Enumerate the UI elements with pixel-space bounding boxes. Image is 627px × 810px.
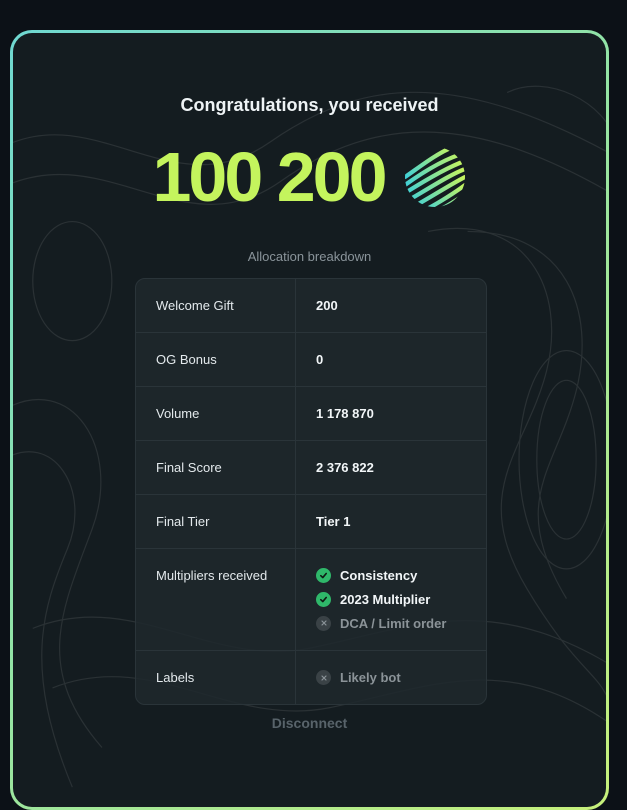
striped-sphere-logo-icon xyxy=(404,147,465,207)
multiplier-item: DCA / Limit order xyxy=(316,615,446,631)
x-circle-icon xyxy=(316,670,331,685)
label-item: Likely bot xyxy=(316,670,401,686)
row-label: Final Score xyxy=(136,441,296,494)
disconnect-button[interactable]: Disconnect xyxy=(13,715,606,731)
row-label: OG Bonus xyxy=(136,333,296,386)
row-label: Welcome Gift xyxy=(136,279,296,332)
row-value: 0 xyxy=(316,352,324,367)
label-name: Likely bot xyxy=(340,670,401,685)
row-label: Multipliers received xyxy=(136,549,296,650)
row-label: Labels xyxy=(136,651,296,704)
allocation-card: Congratulations, you received 100 200 Al… xyxy=(13,33,606,807)
check-circle-icon xyxy=(316,591,331,607)
congrats-heading: Congratulations, you received xyxy=(180,95,439,115)
labels-row: Labels Likely bot xyxy=(136,650,486,704)
received-amount: 100 200 xyxy=(152,138,387,216)
row-label: Volume xyxy=(136,387,296,440)
x-circle-icon xyxy=(316,615,331,631)
multipliers-list: Consistency 2023 Multiplier DCA / Limit … xyxy=(296,549,486,650)
card-frame: Congratulations, you received 100 200 Al… xyxy=(10,30,609,810)
labels-list: Likely bot xyxy=(296,651,486,704)
row-value: 200 xyxy=(316,298,338,313)
table-row: Welcome Gift 200 xyxy=(136,279,486,332)
multiplier-item: 2023 Multiplier xyxy=(316,591,430,607)
multiplier-name: 2023 Multiplier xyxy=(340,591,431,607)
row-value: 2 376 822 xyxy=(316,460,374,475)
row-value: 1 178 870 xyxy=(316,406,374,421)
table-row: Final Tier Tier 1 xyxy=(136,494,486,548)
table-row: Final Score 2 376 822 xyxy=(136,440,486,494)
multiplier-name: DCA / Limit order xyxy=(340,615,447,631)
allocation-table: Welcome Gift 200 OG Bonus 0 Volume 1 178… xyxy=(135,278,487,705)
allocation-breakdown-label: Allocation breakdown xyxy=(247,249,372,264)
multipliers-row: Multipliers received Consistency 2023 Mu… xyxy=(136,548,486,650)
amount-row: 100 200 xyxy=(13,137,606,217)
row-label: Final Tier xyxy=(136,495,296,548)
table-row: Volume 1 178 870 xyxy=(136,386,486,440)
multiplier-name: Consistency xyxy=(340,567,418,583)
table-row: OG Bonus 0 xyxy=(136,332,486,386)
multiplier-item: Consistency xyxy=(316,567,417,583)
check-circle-icon xyxy=(316,567,331,583)
row-value: Tier 1 xyxy=(316,514,351,529)
